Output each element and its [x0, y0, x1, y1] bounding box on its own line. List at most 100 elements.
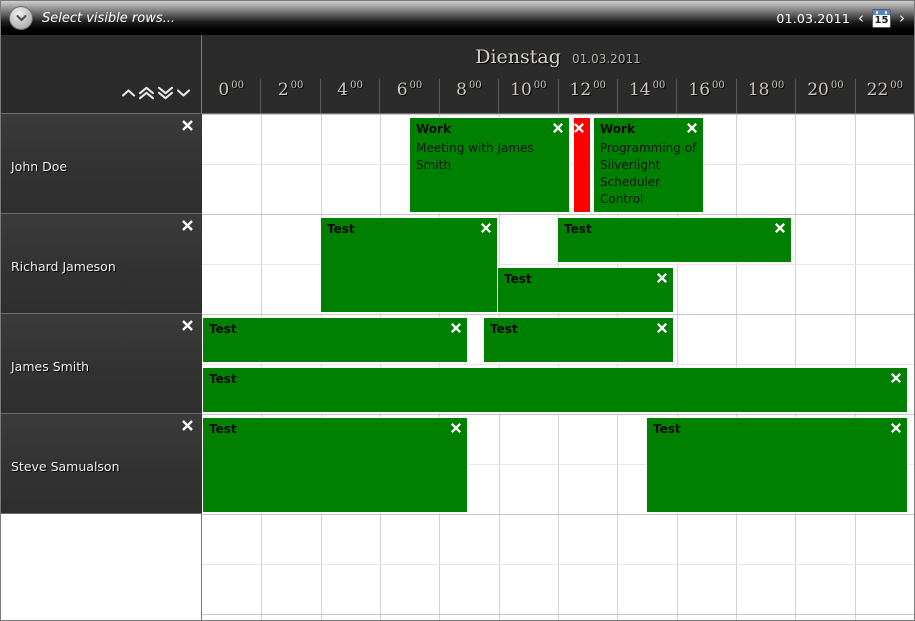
event-title: Test — [653, 422, 681, 436]
close-icon[interactable] — [890, 372, 902, 384]
hour-cell-20: 2000 — [795, 79, 854, 113]
chevron-up-icon[interactable] — [121, 86, 136, 100]
header-corner-cell — [1, 35, 202, 113]
event-block[interactable]: Test — [202, 367, 908, 413]
minute-label: 00 — [534, 80, 547, 92]
row-header-label: Richard Jameson — [11, 259, 116, 274]
close-icon[interactable] — [450, 422, 462, 434]
close-icon[interactable] — [656, 272, 668, 284]
row-header[interactable]: Richard Jameson — [1, 214, 202, 314]
row-header[interactable]: Steve Samualson — [1, 414, 202, 514]
scheduler-app: Select visible rows... 01.03.2011 ‹ 15 › — [0, 0, 915, 621]
day-name: Dienstag — [475, 46, 561, 68]
calendar-icon-day: 15 — [873, 14, 890, 27]
event-block[interactable] — [573, 117, 591, 213]
grid-horizontal-line — [202, 114, 914, 115]
grid-horizontal-line — [202, 614, 914, 615]
minute-label: 00 — [350, 80, 363, 92]
minute-label: 00 — [831, 80, 844, 92]
grid-horizontal-line — [202, 214, 914, 215]
row-header[interactable]: James Smith — [1, 314, 202, 414]
select-visible-rows-button[interactable] — [9, 6, 33, 30]
previous-day-button[interactable]: ‹ — [857, 11, 865, 26]
row-header[interactable]: John Doe — [1, 114, 202, 214]
event-block[interactable]: Test — [497, 267, 674, 313]
event-block[interactable]: Test — [557, 217, 792, 263]
event-title: Test — [490, 322, 518, 336]
close-icon[interactable] — [181, 219, 194, 232]
event-block[interactable]: Work Meeting with James Smith — [409, 117, 570, 213]
timeline-header: Dienstag 01.03.2011 00020040060080010001… — [1, 35, 914, 114]
hour-label: 18 — [748, 80, 770, 100]
scheduler-body: John Doe Richard Jameson James Smith Steve … — [1, 114, 914, 620]
hour-cell-8: 800 — [439, 79, 498, 113]
close-icon[interactable] — [181, 119, 194, 132]
event-title: Test — [327, 222, 355, 236]
hour-cell-6: 600 — [379, 79, 438, 113]
event-block[interactable]: Test — [646, 417, 908, 513]
close-icon[interactable] — [774, 222, 786, 234]
row-header-label: James Smith — [11, 359, 89, 374]
hour-label: 12 — [570, 80, 592, 100]
close-icon[interactable] — [181, 319, 194, 332]
hour-cell-18: 1800 — [736, 79, 795, 113]
row-header-label: John Doe — [11, 159, 67, 174]
chevron-down-icon[interactable] — [176, 86, 191, 100]
hour-cell-2: 200 — [260, 79, 319, 113]
current-date-label: 01.03.2011 — [776, 11, 850, 26]
close-icon[interactable] — [686, 122, 698, 134]
grid-horizontal-line — [202, 514, 914, 515]
close-icon[interactable] — [656, 322, 668, 334]
event-block[interactable]: Test — [483, 317, 674, 363]
day-date: 01.03.2011 — [572, 52, 641, 66]
hour-label: 6 — [397, 80, 408, 100]
event-title: Test — [504, 272, 532, 286]
close-icon[interactable] — [480, 222, 492, 234]
grid-horizontal-line — [202, 364, 914, 365]
minute-label: 00 — [890, 80, 903, 92]
event-title: Test — [209, 422, 237, 436]
close-icon[interactable] — [890, 422, 902, 434]
hour-label: 10 — [510, 80, 532, 100]
grid-horizontal-line — [202, 564, 914, 565]
hour-label: 14 — [629, 80, 651, 100]
minute-label: 00 — [231, 80, 244, 92]
row-scroll-controls — [121, 86, 191, 100]
timeline-head: Dienstag 01.03.2011 00020040060080010001… — [202, 35, 914, 113]
hour-label: 2 — [278, 80, 289, 100]
minute-label: 00 — [712, 80, 725, 92]
hour-axis: 0002004006008001000120014001600180020002… — [202, 79, 914, 113]
minute-label: 00 — [771, 80, 784, 92]
hour-cell-14: 1400 — [617, 79, 676, 113]
event-title: Work — [416, 122, 451, 136]
row-header-column: John Doe Richard Jameson James Smith Steve … — [1, 114, 202, 620]
minute-label: 00 — [593, 80, 606, 92]
event-title: Test — [564, 222, 592, 236]
hour-label: 4 — [337, 80, 348, 100]
event-description: Programming of Silverlight Scheduler Con… — [600, 140, 697, 208]
hour-cell-16: 1600 — [676, 79, 735, 113]
hour-cell-10: 1000 — [498, 79, 557, 113]
event-block[interactable]: Test — [202, 417, 468, 513]
event-block[interactable]: WorkProgramming of Silverlight Scheduler… — [593, 117, 704, 213]
event-description: Meeting with James Smith — [416, 140, 563, 174]
event-block[interactable]: Test — [202, 317, 468, 363]
chevron-double-up-icon[interactable] — [138, 86, 155, 100]
row-header-label: Steve Samualson — [11, 459, 120, 474]
close-icon[interactable] — [181, 419, 194, 432]
hour-label: 22 — [867, 80, 889, 100]
close-icon[interactable] — [573, 122, 585, 134]
hour-cell-4: 400 — [320, 79, 379, 113]
chevron-double-down-icon[interactable] — [157, 86, 174, 100]
minute-label: 00 — [653, 80, 666, 92]
chevron-down-circle-icon — [16, 14, 27, 22]
close-icon[interactable] — [450, 322, 462, 334]
select-visible-rows-label: Select visible rows... — [42, 11, 175, 26]
event-title: Test — [209, 372, 237, 386]
calendar-icon-button[interactable]: 15 — [872, 9, 891, 28]
close-icon[interactable] — [552, 122, 564, 134]
event-block[interactable]: Test — [320, 217, 498, 313]
hour-cell-22: 2200 — [855, 79, 914, 113]
grid-horizontal-line — [202, 414, 914, 415]
next-day-button[interactable]: › — [898, 11, 906, 26]
